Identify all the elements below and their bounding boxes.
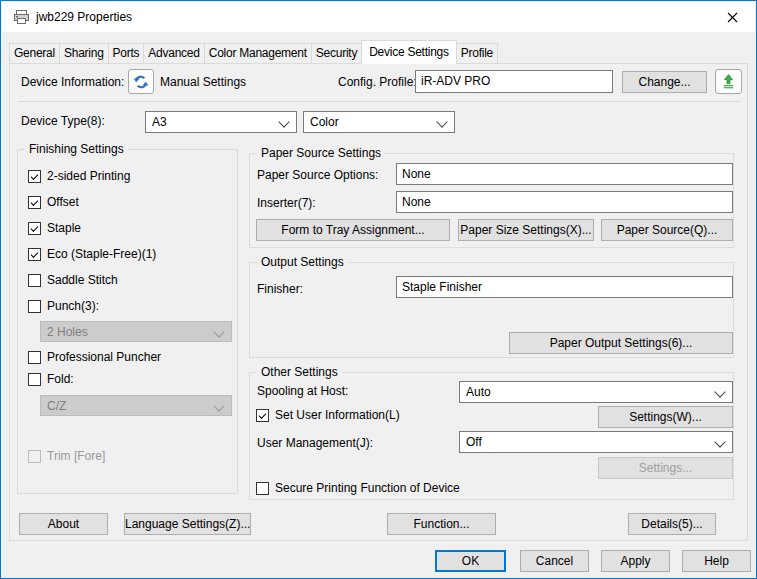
secure-printing-checkbox[interactable]: [256, 482, 269, 495]
secure-printing-row[interactable]: Secure Printing Function of Device: [256, 481, 460, 495]
spooling-at-host-combobox[interactable]: Auto: [459, 381, 733, 403]
refresh-device-info-button[interactable]: [128, 69, 154, 94]
paper-size-settings-button[interactable]: Paper Size Settings(X)...: [458, 219, 594, 241]
change-button[interactable]: Change...: [622, 71, 707, 93]
tab-sharing[interactable]: Sharing: [59, 43, 109, 63]
staple-label: Staple: [47, 221, 81, 235]
saddle-stitch-label: Saddle Stitch: [47, 273, 118, 287]
paper-source-button[interactable]: Paper Source(Q)...: [601, 219, 733, 241]
2-sided-printing-row[interactable]: 2-sided Printing: [28, 169, 130, 183]
set-user-information-label: Set User Information(L): [275, 408, 400, 422]
chevron-down-icon: [278, 116, 289, 127]
refresh-icon: [133, 74, 149, 90]
help-button[interactable]: Help: [682, 550, 751, 572]
inserter-field[interactable]: None: [396, 191, 733, 213]
2-sided-printing-label: 2-sided Printing: [47, 169, 130, 183]
punch-label: Punch(3):: [47, 299, 99, 313]
punch-checkbox[interactable]: [28, 300, 41, 313]
staple-checkbox[interactable]: [28, 222, 41, 235]
chevron-down-icon: [714, 436, 725, 447]
other-settings-title: Other Settings: [257, 366, 342, 379]
config-profile-label: Config. Profile:: [338, 75, 417, 89]
settings-w-button[interactable]: Settings(W)...: [598, 406, 733, 428]
export-profile-icon: [721, 74, 736, 89]
tab-advanced[interactable]: Advanced: [143, 43, 204, 63]
fold-checkbox[interactable]: [28, 373, 41, 386]
trim-fore-label: Trim [Fore]: [47, 449, 105, 463]
set-user-information-row[interactable]: Set User Information(L): [256, 408, 400, 422]
tab-profile[interactable]: Profile: [456, 43, 498, 63]
fold-row[interactable]: Fold:: [28, 372, 74, 386]
offset-checkbox[interactable]: [28, 196, 41, 209]
tab-color-management[interactable]: Color Management: [204, 43, 312, 63]
window-title: jwb229 Properties: [36, 10, 132, 24]
properties-dialog: jwb229 Properties General Sharing Ports …: [0, 0, 757, 579]
tab-device-settings[interactable]: Device Settings: [361, 40, 457, 64]
close-icon: [727, 12, 738, 23]
staple-row[interactable]: Staple: [28, 221, 81, 235]
offset-row[interactable]: Offset: [28, 195, 79, 209]
punch-row[interactable]: Punch(3):: [28, 299, 99, 313]
eco-staple-free-checkbox[interactable]: [28, 248, 41, 261]
eco-staple-free-label: Eco (Staple-Free)(1): [47, 247, 156, 261]
config-profile-field[interactable]: iR-ADV PRO: [415, 70, 613, 93]
device-type-color-combobox[interactable]: Color: [303, 111, 455, 133]
paper-source-settings-title: Paper Source Settings: [257, 147, 385, 160]
chevron-down-icon: [213, 400, 224, 411]
form-to-tray-assignment-button[interactable]: Form to Tray Assignment...: [256, 219, 450, 241]
user-management-label: User Management(J):: [257, 436, 373, 450]
trim-fore-row: Trim [Fore]: [28, 449, 105, 463]
finisher-field[interactable]: Staple Finisher: [396, 276, 733, 298]
paper-source-options-label: Paper Source Options:: [257, 168, 378, 182]
paper-output-settings-button[interactable]: Paper Output Settings(6)...: [509, 332, 733, 354]
inserter-label: Inserter(7):: [257, 196, 316, 210]
function-button[interactable]: Function...: [387, 513, 496, 535]
offset-label: Offset: [47, 195, 79, 209]
punch-type-combobox: 2 Holes: [40, 321, 232, 342]
details-button[interactable]: Details(5)...: [628, 513, 716, 535]
professional-puncher-checkbox[interactable]: [28, 351, 41, 364]
trim-fore-checkbox: [28, 450, 41, 463]
tab-general[interactable]: General: [9, 43, 60, 63]
export-profile-button[interactable]: [715, 69, 742, 94]
spooling-at-host-label: Spooling at Host:: [257, 384, 348, 398]
tab-ports[interactable]: Ports: [108, 43, 145, 63]
professional-puncher-label: Professional Puncher: [47, 350, 161, 364]
device-information-label: Device Information:: [21, 75, 124, 89]
saddle-stitch-checkbox[interactable]: [28, 274, 41, 287]
tab-strip: General Sharing Ports Advanced Color Man…: [9, 39, 497, 63]
secure-printing-label: Secure Printing Function of Device: [275, 481, 460, 495]
set-user-information-checkbox[interactable]: [256, 409, 269, 422]
chevron-down-icon: [213, 326, 224, 337]
paper-source-options-field[interactable]: None: [396, 163, 733, 185]
user-management-combobox[interactable]: Off: [459, 431, 733, 453]
chevron-down-icon: [714, 386, 725, 397]
ok-button[interactable]: OK: [435, 550, 506, 572]
saddle-stitch-row[interactable]: Saddle Stitch: [28, 273, 118, 287]
tab-security[interactable]: Security: [311, 43, 362, 63]
2-sided-printing-checkbox[interactable]: [28, 170, 41, 183]
cancel-button[interactable]: Cancel: [520, 550, 589, 572]
fold-label: Fold:: [47, 372, 74, 386]
apply-button[interactable]: Apply: [601, 550, 670, 572]
device-info-mode-text: Manual Settings: [160, 75, 246, 89]
finisher-label: Finisher:: [257, 282, 303, 296]
output-settings-title: Output Settings: [257, 256, 348, 269]
printer-icon: [13, 9, 30, 25]
device-type-size-combobox[interactable]: A3: [145, 111, 297, 133]
about-button[interactable]: About: [19, 513, 108, 535]
eco-staple-free-row[interactable]: Eco (Staple-Free)(1): [28, 247, 156, 261]
title-bar: jwb229 Properties: [2, 2, 755, 32]
finishing-settings-title: Finishing Settings: [25, 143, 128, 156]
device-type-label: Device Type(8):: [21, 114, 105, 128]
chevron-down-icon: [436, 116, 447, 127]
fold-type-combobox: C/Z: [40, 395, 232, 416]
language-settings-button[interactable]: Language Settings(Z)...: [124, 513, 251, 535]
settings-disabled-button: Settings...: [598, 457, 733, 479]
close-button[interactable]: [710, 2, 755, 32]
professional-puncher-row[interactable]: Professional Puncher: [28, 350, 161, 364]
